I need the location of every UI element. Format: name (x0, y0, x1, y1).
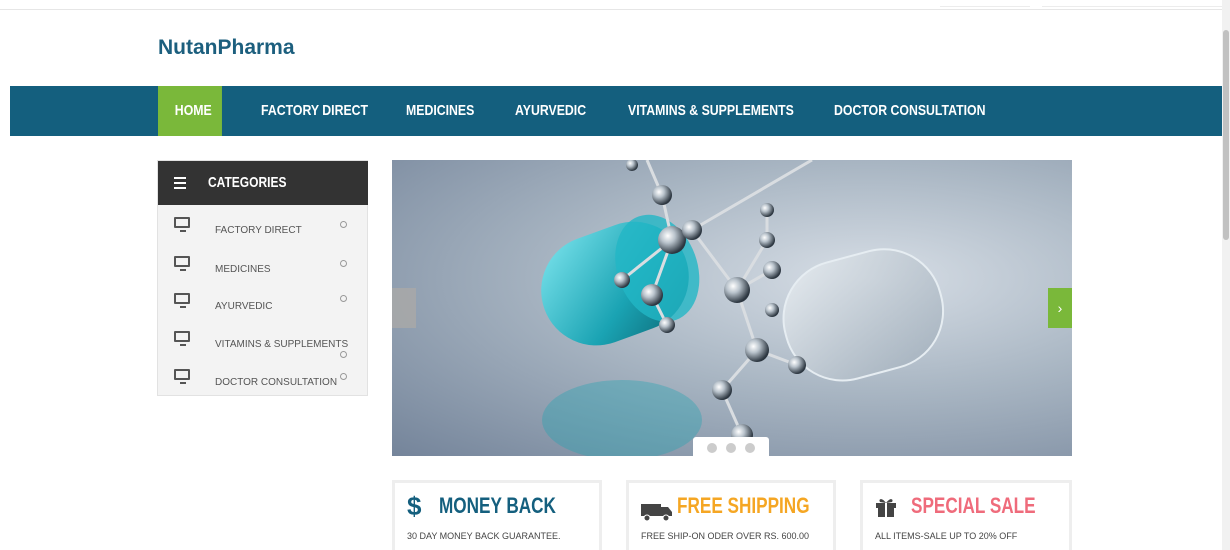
header-top-segment (940, 6, 1030, 7)
site-logo[interactable]: NutanPharma (158, 36, 295, 60)
feature-title: SPECIAL SALE (911, 493, 1036, 518)
feature-subtitle: 30 DAY MONEY BACK GUARANTEE. (407, 531, 561, 541)
nav-item-label: HOME (174, 102, 212, 119)
category-label: FACTORY DIRECT (215, 225, 302, 236)
monitor-icon (174, 293, 190, 308)
monitor-icon (174, 369, 190, 384)
nav-item-medicines[interactable]: MEDICINES (406, 86, 474, 136)
hero-slider[interactable] (392, 160, 1072, 456)
monitor-icon (174, 256, 190, 271)
monitor-icon (174, 331, 190, 346)
scrollbar-thumb[interactable] (1223, 30, 1229, 240)
feature-title: MONEY BACK (439, 493, 556, 518)
page-scrollbar[interactable] (1222, 0, 1230, 550)
feature-free-shipping: FREE SHIPPING FREE SHIP-ON ODER OVER RS.… (626, 480, 836, 550)
slider-pagination (693, 437, 769, 456)
category-item-doctor-consultation[interactable]: DOCTOR CONSULTATION (158, 365, 368, 403)
menu-icon (174, 177, 186, 192)
bullet-icon (340, 373, 347, 380)
category-item-factory-direct[interactable]: FACTORY DIRECT (158, 213, 368, 251)
bullet-icon (340, 260, 347, 267)
nav-item-factory-direct[interactable]: FACTORY DIRECT (261, 86, 368, 136)
slider-prev-button[interactable] (392, 288, 416, 328)
category-item-medicines[interactable]: MEDICINES (158, 252, 368, 290)
slider-dot[interactable] (726, 443, 736, 453)
nav-item-doctor-consultation[interactable]: DOCTOR CONSULTATION (834, 86, 985, 136)
feature-special-sale: SPECIAL SALE ALL ITEMS-SALE UP TO 20% OF… (860, 480, 1072, 550)
header-top-border (0, 9, 1222, 10)
category-label: MEDICINES (215, 264, 271, 275)
dollar-icon: $ (407, 491, 422, 521)
header-top-segment (1042, 6, 1222, 7)
category-label: VITAMINS & SUPPLEMENTS (215, 339, 349, 350)
category-label: AYURVEDIC (215, 301, 273, 312)
monitor-icon (174, 217, 190, 232)
feature-subtitle: FREE SHIP-ON ODER OVER RS. 600.00 (641, 531, 810, 541)
bullet-icon (340, 295, 347, 302)
gift-icon (876, 499, 896, 517)
categories-sidebar: CATEGORIES FACTORY DIRECT MEDICINES AYUR… (157, 160, 368, 396)
nav-item-vitamins-supplements[interactable]: VITAMINS & SUPPLEMENTS (628, 86, 794, 136)
categories-header[interactable]: CATEGORIES (158, 161, 368, 205)
feature-title: FREE SHIPPING (677, 493, 810, 518)
slider-dot[interactable] (745, 443, 755, 453)
slider-next-button[interactable]: › (1048, 288, 1072, 328)
main-navbar: HOME FACTORY DIRECT MEDICINES AYURVEDIC … (10, 86, 1222, 136)
nav-item-ayurvedic[interactable]: AYURVEDIC (515, 86, 586, 136)
category-item-vitamins-supplements[interactable]: VITAMINS & SUPPLEMENTS (158, 327, 368, 365)
category-item-ayurvedic[interactable]: AYURVEDIC (158, 289, 368, 327)
categories-title: CATEGORIES (208, 174, 287, 191)
bullet-icon (340, 351, 347, 358)
slider-dot[interactable] (707, 443, 717, 453)
bullet-icon (340, 221, 347, 228)
truck-icon (641, 504, 672, 521)
feature-money-back: $ MONEY BACK 30 DAY MONEY BACK GUARANTEE… (392, 480, 602, 550)
feature-subtitle: ALL ITEMS-SALE UP TO 20% OFF (875, 531, 1018, 541)
nav-item-home[interactable]: HOME (158, 86, 222, 136)
category-label: DOCTOR CONSULTATION (215, 377, 338, 388)
slide-image-molecules (541, 160, 945, 456)
chevron-right-icon: › (1057, 300, 1063, 316)
